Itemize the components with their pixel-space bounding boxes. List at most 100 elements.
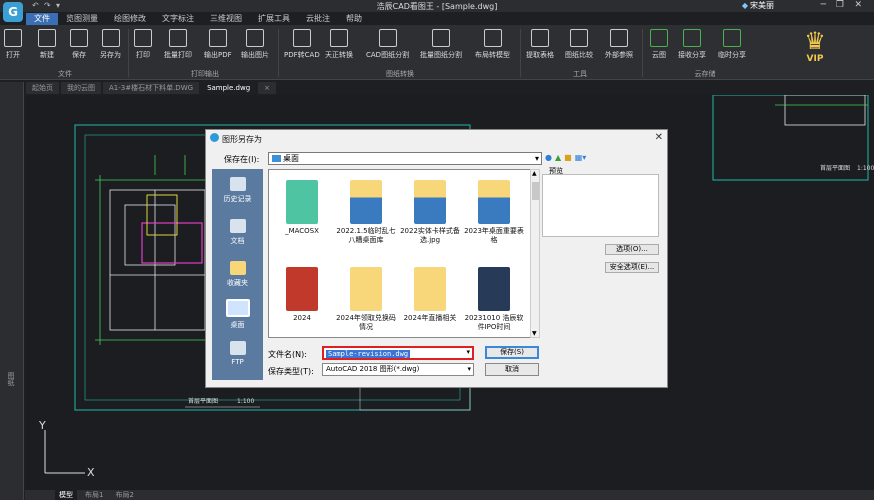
cancel-button[interactable]: 取消 xyxy=(485,363,539,376)
close-button[interactable]: ✕ xyxy=(854,0,862,10)
folder-icon xyxy=(414,180,446,224)
save-button[interactable]: 保存(S) xyxy=(485,346,539,359)
drawing-scale: 1:100 xyxy=(237,398,254,405)
extract-table-button[interactable]: 提取表格 xyxy=(526,29,554,69)
cloud-drawing-button[interactable]: 云图 xyxy=(650,29,668,69)
place-desktop[interactable]: 桌面 xyxy=(212,295,263,337)
external-reference-button[interactable]: 外部参照 xyxy=(605,29,633,69)
file-item[interactable]: 2024年领取兑换码情况 xyxy=(335,267,397,332)
compare-drawing-button[interactable]: 图纸比较 xyxy=(565,29,593,69)
back-icon[interactable]: ● xyxy=(545,153,552,162)
open-button[interactable]: 打开 xyxy=(4,29,22,69)
save-icon xyxy=(70,29,88,47)
document-tabs: 起始页 我的云图 A1-3#楼石材下料单.DWG Sample.dwg × xyxy=(26,82,277,94)
export-image-button[interactable]: 输出图片 xyxy=(241,29,269,69)
options-button[interactable]: 选项(O)... xyxy=(605,244,659,255)
file-item[interactable]: 2022实体卡样式备选.jpg xyxy=(399,180,461,245)
menu-extension-tools[interactable]: 扩展工具 xyxy=(250,13,298,25)
filetype-label: 保存类型(T): xyxy=(268,367,314,376)
tab-close-icon[interactable]: × xyxy=(258,82,277,94)
tab-start-page[interactable]: 起始页 xyxy=(26,82,59,94)
menu-file[interactable]: 文件 xyxy=(26,13,58,25)
file-item[interactable]: 2024 xyxy=(271,267,333,323)
group-drawing-convert: 图纸转换 xyxy=(386,70,414,78)
tab-my-cloud[interactable]: 我的云图 xyxy=(61,82,101,94)
folder-open-icon xyxy=(4,29,22,47)
tab-stone-list[interactable]: A1-3#楼石材下料单.DWG xyxy=(103,82,200,94)
place-documents[interactable]: 文档 xyxy=(212,215,263,257)
menu-cloud-annotation[interactable]: 云批注 xyxy=(298,13,338,25)
drawing-label-floor: 首层平面图 xyxy=(188,397,218,405)
print-button[interactable]: 打印 xyxy=(134,29,152,69)
batch-split-button[interactable]: 批量图纸分割 xyxy=(420,29,462,69)
batch-print-button[interactable]: 批量打印 xyxy=(164,29,192,69)
new-folder-icon[interactable]: ■ xyxy=(564,153,572,162)
group-file: 文件 xyxy=(58,70,72,78)
scroll-thumb[interactable] xyxy=(532,182,539,200)
save-in-dropdown[interactable]: 桌面 ▾ xyxy=(268,152,542,165)
compare-icon xyxy=(570,29,588,47)
save-as-button[interactable]: 另存为 xyxy=(100,29,121,69)
tab-model[interactable]: 模型 xyxy=(55,490,77,500)
menu-view-measure[interactable]: 览图测量 xyxy=(58,13,106,25)
menu-draw-modify[interactable]: 绘图修改 xyxy=(106,13,154,25)
scroll-up-icon[interactable]: ▲ xyxy=(532,170,537,177)
file-list-scrollbar[interactable]: ▲ ▼ xyxy=(530,169,540,338)
restore-button[interactable]: ❐ xyxy=(836,0,844,10)
tab-layout2[interactable]: 布局2 xyxy=(111,490,137,500)
temp-share-button[interactable]: 临时分享 xyxy=(718,29,746,69)
minimize-button[interactable]: ─ xyxy=(821,0,826,10)
new-file-icon xyxy=(38,29,56,47)
place-ftp[interactable]: FTP xyxy=(212,337,263,379)
file-item[interactable]: 2024年直播相关 xyxy=(399,267,461,323)
menu-3d-view[interactable]: 三维视图 xyxy=(202,13,250,25)
menu-bar: 文件 览图测量 绘图修改 文字标注 三维视图 扩展工具 云批注 帮助 xyxy=(26,13,370,25)
view-menu-icon[interactable]: ▦▾ xyxy=(575,153,587,162)
file-item[interactable]: 20231010 浩辰软件IPO时间 xyxy=(463,267,525,332)
vip-badge[interactable]: ♛ VIP xyxy=(790,28,840,78)
group-tools: 工具 xyxy=(573,70,587,78)
cloud-icon xyxy=(650,29,668,47)
filename-label: 文件名(N): xyxy=(268,350,307,359)
place-favorites[interactable]: 收藏夹 xyxy=(212,257,263,299)
file-list[interactable]: _MACOSX 2022.1.5临时乱七八糟桌面库 2022实体卡样式备选.jp… xyxy=(268,169,532,338)
document-icon xyxy=(229,219,246,233)
highlight-room xyxy=(141,222,203,264)
image-file-icon xyxy=(286,267,318,311)
tab-sample[interactable]: Sample.dwg xyxy=(201,82,257,94)
printer-icon xyxy=(134,29,152,47)
save-ribbon-button[interactable]: 保存 xyxy=(70,29,88,69)
security-options-button[interactable]: 安全选项(E)... xyxy=(605,262,659,273)
receive-share-button[interactable]: 接收分享 xyxy=(678,29,706,69)
export-pdf-button[interactable]: 输出PDF xyxy=(204,29,232,69)
ucs-axis-icon xyxy=(44,430,85,474)
image-file-icon xyxy=(478,267,510,311)
favorites-folder-icon xyxy=(229,261,246,275)
file-item[interactable]: 2023年桌面重要表格 xyxy=(463,180,525,245)
menu-text-annotation[interactable]: 文字标注 xyxy=(154,13,202,25)
app-logo: G xyxy=(3,2,23,22)
crown-icon: ♛ xyxy=(804,27,826,55)
layout-to-model-button[interactable]: 布局转模型 xyxy=(475,29,510,69)
convert-icon xyxy=(330,29,348,47)
cad-split-button[interactable]: CAD图纸分割 xyxy=(366,29,409,69)
dialog-close-icon[interactable]: ✕ xyxy=(655,132,663,143)
pdf-to-cad-button[interactable]: PDF转CAD xyxy=(284,29,320,69)
filename-input[interactable]: Sample-revision.dwg ▾ xyxy=(322,346,474,360)
menu-help[interactable]: 帮助 xyxy=(338,13,370,25)
batch-print-icon xyxy=(169,29,187,47)
filetype-select[interactable]: AutoCAD 2018 图形(*.dwg) ▾ xyxy=(322,363,474,376)
file-item[interactable]: 2022.1.5临时乱七八糟桌面库 xyxy=(335,180,397,245)
tab-layout1[interactable]: 布局1 xyxy=(81,490,107,500)
side-panel-label[interactable]: 图纸 xyxy=(6,372,16,386)
layout-icon xyxy=(483,29,502,47)
scroll-down-icon[interactable]: ▼ xyxy=(532,330,537,337)
place-history[interactable]: 历史记录 xyxy=(212,173,263,215)
chevron-down-icon: ▾ xyxy=(467,365,471,373)
user-account[interactable]: ◆ 宋美丽 xyxy=(742,0,774,11)
tangent-convert-button[interactable]: 天正转换 xyxy=(325,29,353,69)
file-item[interactable]: _MACOSX xyxy=(271,180,333,236)
chevron-down-icon[interactable]: ▾ xyxy=(466,348,470,356)
up-folder-icon[interactable]: ▲ xyxy=(555,153,561,162)
new-button[interactable]: 新建 xyxy=(38,29,56,69)
